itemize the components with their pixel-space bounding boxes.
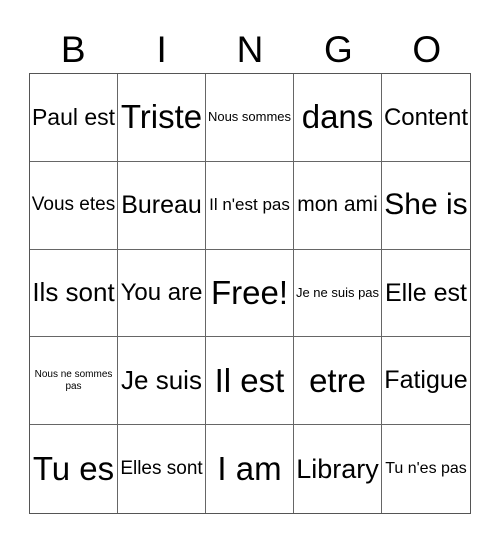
- cell-text: Je ne suis pas: [295, 284, 380, 300]
- bingo-cell[interactable]: Elles sont: [118, 425, 206, 513]
- cell-text: Library: [296, 453, 379, 484]
- cell-text: I am: [217, 450, 282, 488]
- bingo-cell[interactable]: Fatigue: [382, 337, 470, 426]
- bingo-cell[interactable]: Library: [294, 425, 382, 513]
- bingo-cell[interactable]: Tu n'es pas: [382, 425, 470, 513]
- cell-text: Nous ne sommes pas: [34, 369, 113, 392]
- header-letter-n: N: [236, 29, 264, 70]
- free-space-text: Free!: [210, 274, 289, 312]
- cell-text: Ils sont: [32, 277, 115, 308]
- bingo-cell[interactable]: Il n'est pas: [206, 161, 294, 250]
- cell-text: Il n'est pas: [209, 195, 290, 215]
- bingo-cell[interactable]: Nous sommes: [206, 74, 294, 162]
- cell-text: Fatigue: [384, 366, 468, 395]
- cell-text: Vous etes: [31, 194, 116, 216]
- bingo-cell[interactable]: Bureau: [118, 161, 206, 250]
- cell-text: Il est: [214, 361, 285, 399]
- bingo-cell[interactable]: You are: [118, 249, 206, 338]
- bingo-header: B I N G O: [29, 28, 471, 72]
- cell-text: Triste: [120, 98, 203, 136]
- bingo-cell[interactable]: I am: [206, 425, 294, 513]
- cell-text: Bureau: [121, 190, 202, 219]
- cell-text: Content: [383, 103, 469, 131]
- cell-text: Elles sont: [120, 458, 203, 480]
- cell-text: Elle est: [385, 278, 467, 307]
- header-letter-o: O: [412, 29, 442, 70]
- bingo-cell[interactable]: Il est: [206, 337, 294, 426]
- bingo-cell[interactable]: dans: [294, 74, 382, 162]
- bingo-cell[interactable]: Vous etes: [30, 161, 118, 250]
- cell-text: Tu es: [32, 450, 115, 488]
- bingo-cell[interactable]: She is: [382, 161, 470, 250]
- cell-text: etre: [309, 361, 366, 399]
- bingo-cell[interactable]: Triste: [118, 74, 206, 162]
- cell-text: Tu n'es pas: [385, 459, 467, 477]
- bingo-cell[interactable]: Nous ne sommes pas: [30, 337, 118, 426]
- cell-text: Je suis: [121, 364, 202, 395]
- free-space-cell[interactable]: Free!: [206, 249, 294, 338]
- bingo-cell[interactable]: etre: [294, 337, 382, 426]
- cell-text: mon ami: [297, 193, 378, 217]
- bingo-cell[interactable]: Paul est: [30, 74, 118, 162]
- bingo-cell[interactable]: Tu es: [30, 425, 118, 513]
- bingo-cell[interactable]: Elle est: [382, 249, 470, 338]
- header-letter-b: B: [60, 29, 86, 70]
- header-letter-i: I: [156, 29, 167, 70]
- bingo-board: Paul est Triste Nous sommes dans Content…: [29, 73, 471, 514]
- bingo-cell[interactable]: Content: [382, 74, 470, 162]
- cell-text: She is: [384, 187, 468, 221]
- bingo-cell[interactable]: Je ne suis pas: [294, 249, 382, 338]
- bingo-cell[interactable]: Ils sont: [30, 249, 118, 338]
- cell-text: You are: [120, 279, 203, 307]
- cell-text: Paul est: [31, 104, 116, 131]
- header-letter-g: G: [324, 29, 353, 70]
- bingo-cell[interactable]: mon ami: [294, 161, 382, 250]
- cell-text: dans: [301, 98, 374, 136]
- cell-text: Nous sommes: [207, 108, 292, 124]
- bingo-cell[interactable]: Je suis: [118, 337, 206, 426]
